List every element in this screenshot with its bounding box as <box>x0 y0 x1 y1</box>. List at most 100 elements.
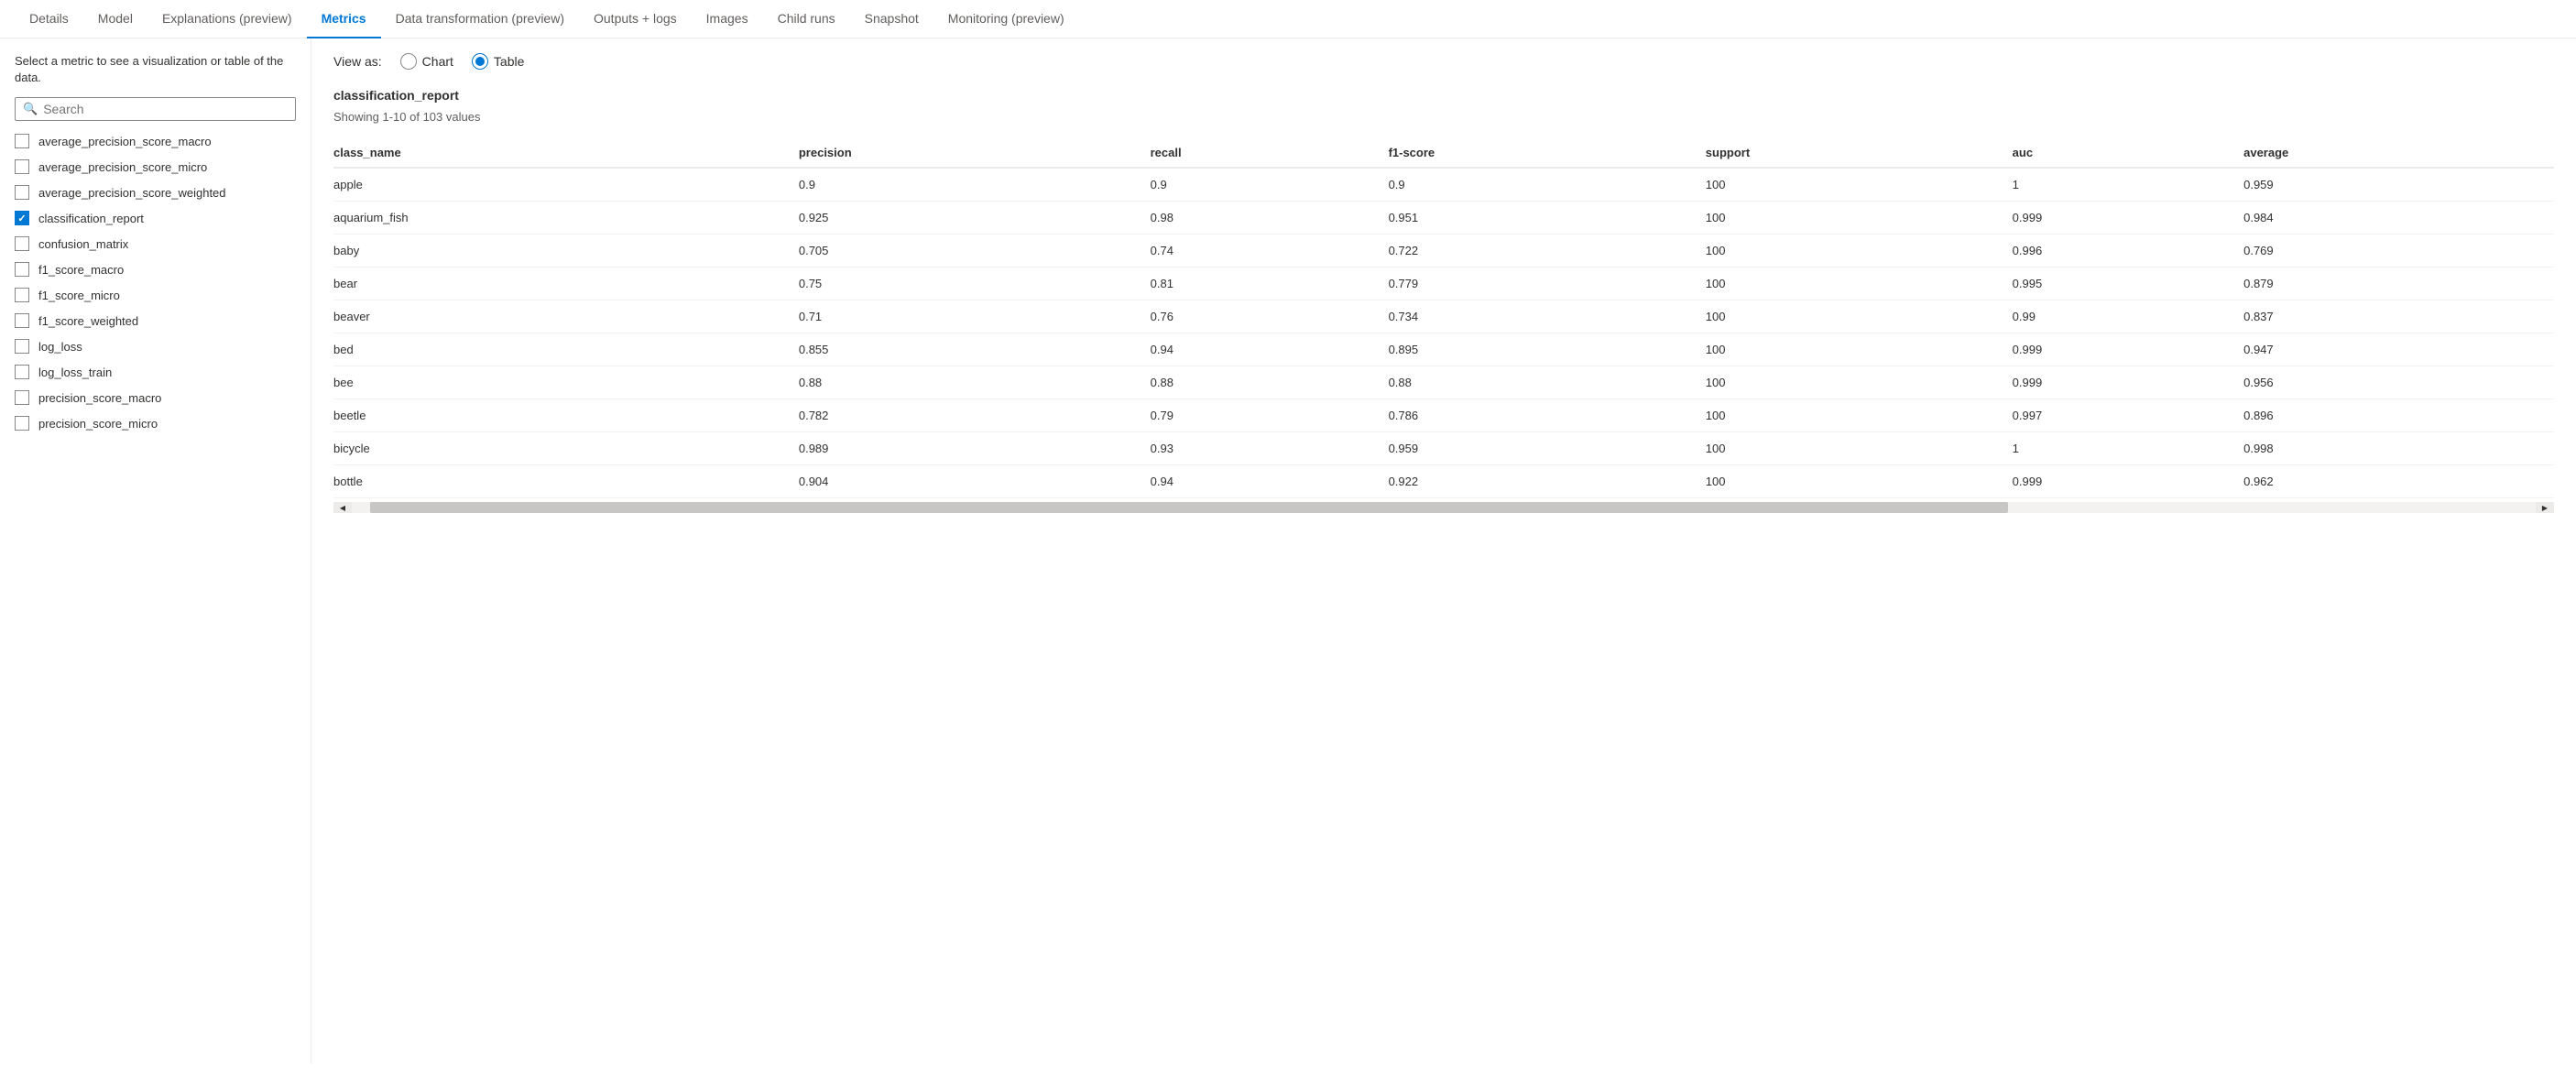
metric-item-4[interactable]: confusion_matrix <box>0 231 311 257</box>
radio-chart-circle[interactable] <box>400 53 417 70</box>
metric-label-9: log_loss_train <box>38 366 112 379</box>
col-header-support[interactable]: support <box>1706 138 2013 168</box>
metric-item-1[interactable]: average_precision_score_micro <box>0 154 311 180</box>
metric-checkbox-10[interactable] <box>15 390 29 405</box>
metric-item-11[interactable]: precision_score_micro <box>0 410 311 436</box>
metric-checkbox-3[interactable] <box>15 211 29 225</box>
metric-checkbox-8[interactable] <box>15 339 29 354</box>
cell-support: 100 <box>1706 202 2013 235</box>
table-row: beetle0.7820.790.7861000.9970.896 <box>333 399 2554 432</box>
cell-class-name: bee <box>333 366 799 399</box>
metric-item-6[interactable]: f1_score_micro <box>0 282 311 308</box>
metric-label-11: precision_score_micro <box>38 417 158 431</box>
col-header-f1score[interactable]: f1-score <box>1389 138 1706 168</box>
search-input[interactable] <box>43 102 288 116</box>
metric-label-3: classification_report <box>38 212 144 225</box>
cell-class-name: beetle <box>333 399 799 432</box>
col-header-class-name[interactable]: class_name <box>333 138 799 168</box>
tab-child-runs[interactable]: Child runs <box>763 0 850 38</box>
cell-auc: 1 <box>2013 168 2243 202</box>
horizontal-scrollbar[interactable]: ◀ ▶ <box>333 502 2554 513</box>
metric-checkbox-0[interactable] <box>15 134 29 148</box>
tab-outputs-logs[interactable]: Outputs + logs <box>579 0 692 38</box>
metric-item-3[interactable]: classification_report <box>0 205 311 231</box>
metric-item-7[interactable]: f1_score_weighted <box>0 308 311 333</box>
cell-recall: 0.88 <box>1151 366 1389 399</box>
cell-class-name: aquarium_fish <box>333 202 799 235</box>
cell-support: 100 <box>1706 168 2013 202</box>
cell-average: 0.947 <box>2243 333 2554 366</box>
metric-checkbox-2[interactable] <box>15 185 29 200</box>
cell-class-name: apple <box>333 168 799 202</box>
cell-f1score: 0.734 <box>1389 300 1706 333</box>
cell-average: 0.956 <box>2243 366 2554 399</box>
table-row: aquarium_fish0.9250.980.9511000.9990.984 <box>333 202 2554 235</box>
tab-explanations[interactable]: Explanations (preview) <box>147 0 307 38</box>
tab-snapshot[interactable]: Snapshot <box>850 0 933 38</box>
scroll-thumb[interactable] <box>370 502 2008 513</box>
cell-auc: 0.99 <box>2013 300 2243 333</box>
tab-images[interactable]: Images <box>692 0 763 38</box>
radio-table-circle[interactable] <box>472 53 488 70</box>
metric-checkbox-6[interactable] <box>15 288 29 302</box>
tab-details[interactable]: Details <box>15 0 83 38</box>
cell-class-name: bear <box>333 268 799 300</box>
table-row: bottle0.9040.940.9221000.9990.962 <box>333 465 2554 498</box>
scroll-left-button[interactable]: ◀ <box>333 502 352 513</box>
cell-recall: 0.9 <box>1151 168 1389 202</box>
col-header-average[interactable]: average <box>2243 138 2554 168</box>
metric-label-8: log_loss <box>38 340 82 354</box>
search-box[interactable]: 🔍 <box>15 97 296 121</box>
cell-auc: 0.999 <box>2013 465 2243 498</box>
table-row: bear0.750.810.7791000.9950.879 <box>333 268 2554 300</box>
metric-item-0[interactable]: average_precision_score_macro <box>0 128 311 154</box>
metric-item-2[interactable]: average_precision_score_weighted <box>0 180 311 205</box>
col-header-precision[interactable]: precision <box>799 138 1151 168</box>
main-layout: Select a metric to see a visualization o… <box>0 38 2576 1064</box>
cell-class-name: baby <box>333 235 799 268</box>
tab-data-transformation[interactable]: Data transformation (preview) <box>381 0 579 38</box>
cell-auc: 0.999 <box>2013 333 2243 366</box>
cell-precision: 0.782 <box>799 399 1151 432</box>
cell-f1score: 0.9 <box>1389 168 1706 202</box>
scroll-right-button[interactable]: ▶ <box>2536 502 2554 513</box>
radio-table-label: Table <box>494 54 524 69</box>
cell-auc: 0.999 <box>2013 366 2243 399</box>
cell-recall: 0.74 <box>1151 235 1389 268</box>
data-table-container[interactable]: class_name precision recall f1-score sup… <box>333 138 2554 1049</box>
tab-monitoring[interactable]: Monitoring (preview) <box>933 0 1079 38</box>
scroll-track[interactable] <box>352 502 2536 513</box>
cell-recall: 0.76 <box>1151 300 1389 333</box>
cell-support: 100 <box>1706 432 2013 465</box>
metric-item-5[interactable]: f1_score_macro <box>0 257 311 282</box>
metric-item-10[interactable]: precision_score_macro <box>0 385 311 410</box>
cell-precision: 0.705 <box>799 235 1151 268</box>
table-row: bed0.8550.940.8951000.9990.947 <box>333 333 2554 366</box>
cell-class-name: beaver <box>333 300 799 333</box>
radio-table[interactable]: Table <box>472 53 524 70</box>
cell-auc: 0.996 <box>2013 235 2243 268</box>
metric-label-4: confusion_matrix <box>38 237 128 251</box>
metric-label-6: f1_score_micro <box>38 289 120 302</box>
col-header-recall[interactable]: recall <box>1151 138 1389 168</box>
cell-f1score: 0.895 <box>1389 333 1706 366</box>
metric-checkbox-11[interactable] <box>15 416 29 431</box>
metric-checkbox-5[interactable] <box>15 262 29 277</box>
metric-item-9[interactable]: log_loss_train <box>0 359 311 385</box>
table-row: bicycle0.9890.930.95910010.998 <box>333 432 2554 465</box>
metric-checkbox-9[interactable] <box>15 365 29 379</box>
view-as-row: View as: Chart Table <box>333 53 2554 70</box>
col-header-auc[interactable]: auc <box>2013 138 2243 168</box>
report-subtitle: Showing 1-10 of 103 values <box>333 110 2554 124</box>
metric-checkbox-1[interactable] <box>15 159 29 174</box>
tab-model[interactable]: Model <box>83 0 147 38</box>
metric-label-0: average_precision_score_macro <box>38 135 212 148</box>
tab-metrics[interactable]: Metrics <box>307 0 381 38</box>
cell-recall: 0.81 <box>1151 268 1389 300</box>
cell-precision: 0.989 <box>799 432 1151 465</box>
metric-item-8[interactable]: log_loss <box>0 333 311 359</box>
radio-chart[interactable]: Chart <box>400 53 453 70</box>
search-icon: 🔍 <box>23 102 38 116</box>
metric-checkbox-4[interactable] <box>15 236 29 251</box>
metric-checkbox-7[interactable] <box>15 313 29 328</box>
